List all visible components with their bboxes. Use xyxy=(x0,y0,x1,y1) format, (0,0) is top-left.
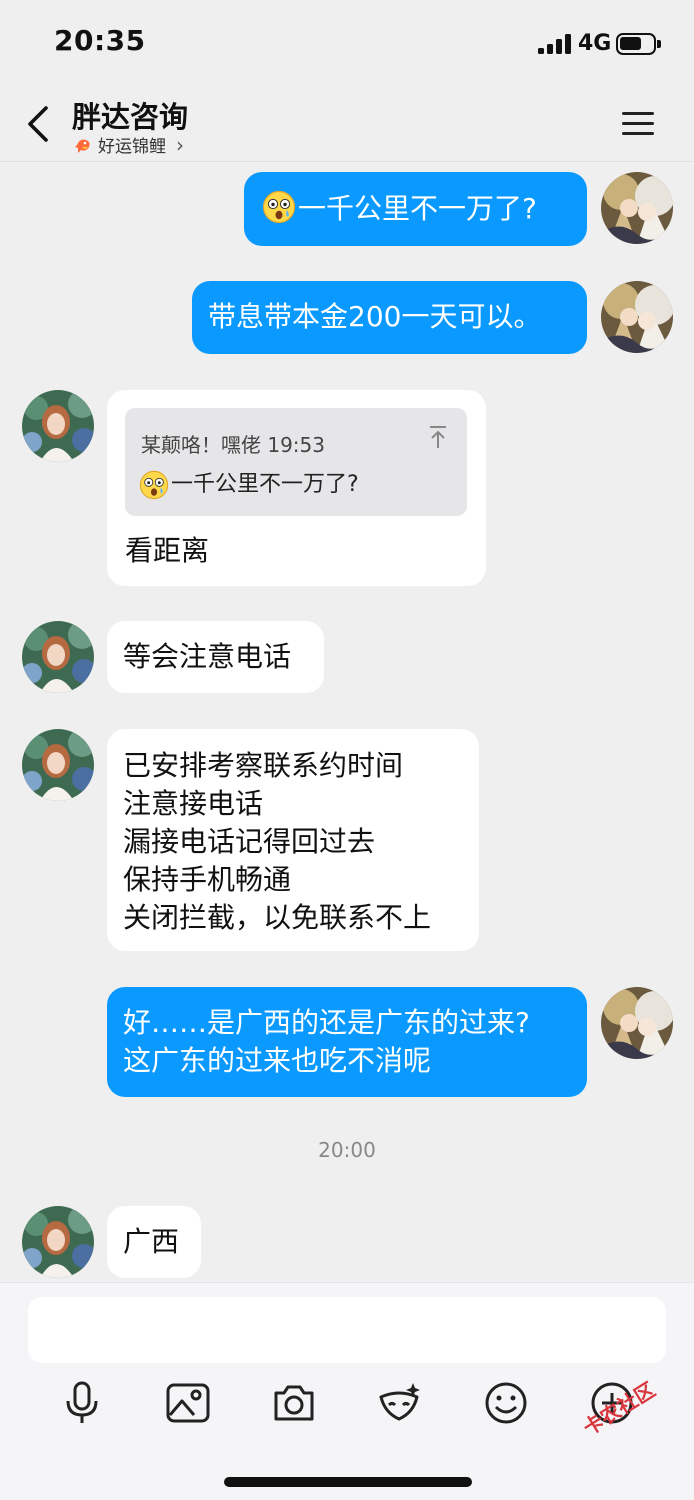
network-type: 4G xyxy=(578,31,612,56)
status-bar: 20:35 4G xyxy=(0,0,694,90)
message-line: 保持手机畅通 xyxy=(123,863,292,896)
message-text: 带息带本金200一天可以。 xyxy=(208,300,542,333)
quoted-message-text: 一千公里不一万了? xyxy=(171,472,359,497)
battery-icon xyxy=(616,33,661,55)
message-timestamp: 20:00 xyxy=(318,1138,376,1162)
message-line: 关闭拦截，以免联系不上 xyxy=(123,901,432,934)
message-text: 广西 xyxy=(123,1225,180,1258)
quoted-message-body: 一千公里不一万了? xyxy=(139,466,359,504)
message-line: 已安排考察联系约时间 xyxy=(123,749,404,782)
image-icon[interactable] xyxy=(164,1379,212,1427)
koi-fish-icon xyxy=(75,139,90,153)
message-line: 漏接电话记得回过去 xyxy=(123,825,376,858)
message-bubble-outgoing[interactable]: 好……是广西的还是广东的过来? 这广东的过来也吃不消呢 xyxy=(107,987,587,1097)
my-avatar[interactable] xyxy=(601,987,673,1059)
emoji-icon[interactable] xyxy=(482,1379,530,1427)
chevron-right-icon: › xyxy=(176,132,184,157)
magic-expression-icon[interactable] xyxy=(375,1379,423,1427)
contact-avatar[interactable] xyxy=(22,621,94,693)
camera-icon[interactable] xyxy=(270,1379,318,1427)
jump-to-original-icon[interactable] xyxy=(427,424,449,450)
message-text: 等会注意电话 xyxy=(123,640,292,673)
back-arrow-icon[interactable] xyxy=(22,102,56,146)
menu-icon[interactable] xyxy=(620,108,656,140)
group-tag[interactable]: 好运锦鲤 › xyxy=(74,132,184,157)
chat-title[interactable]: 胖达咨询 xyxy=(72,94,188,136)
my-avatar[interactable] xyxy=(601,172,673,244)
message-line: 好……是广西的还是广东的过来? xyxy=(123,1006,530,1039)
message-input[interactable] xyxy=(28,1297,666,1363)
message-text: 一千公里不一万了? xyxy=(298,192,537,225)
home-indicator xyxy=(224,1477,472,1487)
message-text: 看距离 xyxy=(125,534,210,567)
scared-face-emoji-icon xyxy=(139,470,169,500)
input-area xyxy=(0,1282,694,1500)
group-tag-label: 好运锦鲤 xyxy=(98,137,166,157)
message-line: 这广东的过来也吃不消呢 xyxy=(123,1044,432,1077)
quoted-message[interactable]: 某颠咯！嘿佬 19:53 一千公里不一万了? xyxy=(125,408,467,516)
contact-avatar[interactable] xyxy=(22,1206,94,1278)
message-line: 注意接电话 xyxy=(123,787,264,820)
status-time: 20:35 xyxy=(54,24,146,57)
scared-face-emoji-icon xyxy=(262,190,296,224)
message-bubble-incoming[interactable]: 等会注意电话 xyxy=(107,621,324,693)
contact-avatar[interactable] xyxy=(22,390,94,462)
chat-header: 胖达咨询 好运锦鲤 › xyxy=(0,90,694,162)
message-bubble-incoming[interactable]: 已安排考察联系约时间 注意接电话 漏接电话记得回过去 保持手机畅通 关闭拦截，以… xyxy=(107,729,479,951)
signal-icon xyxy=(538,34,572,54)
message-bubble-outgoing[interactable]: 带息带本金200一天可以。 xyxy=(192,281,587,354)
my-avatar[interactable] xyxy=(601,281,673,353)
contact-avatar[interactable] xyxy=(22,729,94,801)
message-bubble-incoming[interactable]: 广西 xyxy=(107,1206,201,1278)
microphone-icon[interactable] xyxy=(58,1379,106,1427)
message-bubble-incoming[interactable]: 某颠咯！嘿佬 19:53 一千公里不一万了? 看距离 xyxy=(107,390,486,586)
quoted-message-header: 某颠咯！嘿佬 19:53 xyxy=(141,433,325,457)
message-bubble-outgoing[interactable]: 一千公里不一万了? xyxy=(244,172,587,246)
